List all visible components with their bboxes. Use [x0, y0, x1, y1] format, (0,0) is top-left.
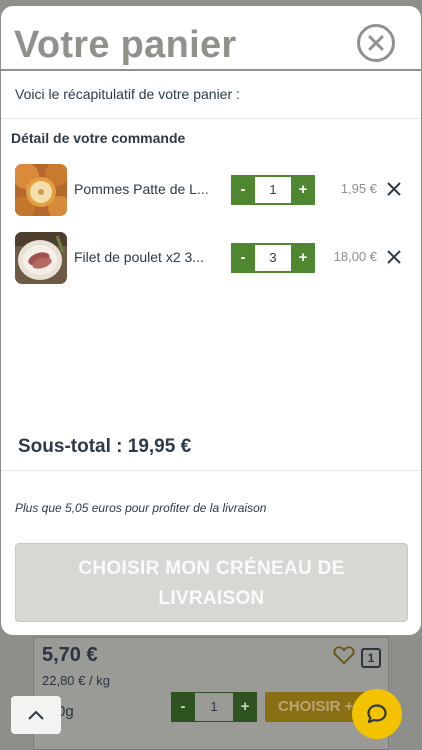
increase-quantity-button[interactable]: +	[291, 243, 315, 273]
product-quantity-stepper: - 1 +	[171, 692, 257, 722]
product-plus-button[interactable]: +	[233, 692, 257, 722]
subtotal: Sous-total : 19,95 €	[18, 436, 192, 457]
cart-title: Votre panier	[14, 24, 237, 66]
item-price: 1,95 €	[340, 181, 377, 196]
chat-button[interactable]	[352, 689, 402, 739]
cart-item: Pommes Patte de L... - 1 + 1,95 €	[15, 164, 410, 216]
chicken-fillet-image	[15, 232, 67, 284]
quantity-input[interactable]: 3	[255, 243, 291, 273]
remove-item-icon[interactable]	[387, 250, 401, 264]
product-price: 5,70 €	[42, 644, 98, 666]
item-name: Pommes Patte de L...	[74, 181, 209, 197]
divider	[1, 118, 421, 119]
header-divider	[1, 69, 421, 71]
chevron-up-icon	[28, 710, 44, 720]
quantity-stepper: - 1 +	[231, 175, 315, 205]
scroll-top-button[interactable]	[11, 696, 61, 734]
order-detail-heading: Détail de votre commande	[11, 130, 186, 146]
decrease-quantity-button[interactable]: -	[231, 175, 255, 205]
increase-quantity-button[interactable]: +	[291, 175, 315, 205]
product-quantity-value[interactable]: 1	[195, 692, 233, 722]
close-icon	[368, 35, 384, 51]
choose-delivery-slot-button[interactable]: CHOISIR MON CRÉNEAU DE LIVRAISON	[15, 543, 408, 622]
item-name: Filet de poulet x2 3...	[74, 249, 204, 265]
close-button[interactable]	[357, 24, 395, 62]
decrease-quantity-button[interactable]: -	[231, 243, 255, 273]
delivery-threshold-note: Plus que 5,05 euros pour profiter de la …	[15, 501, 267, 515]
basket-count-badge: 1	[361, 648, 381, 668]
quantity-input[interactable]: 1	[255, 175, 291, 205]
cart-modal: Votre panier Voici le récapitulatif de v…	[1, 6, 421, 635]
remove-item-icon[interactable]	[387, 182, 401, 196]
chat-bubble-icon	[367, 704, 387, 724]
cart-intro-text: Voici le récapitulatif de votre panier :	[15, 86, 240, 102]
item-price: 18,00 €	[333, 249, 377, 264]
apples-image	[15, 164, 67, 216]
cart-modal-header: Votre panier	[1, 6, 421, 70]
cart-item: Filet de poulet x2 3... - 3 + 18,00 €	[15, 232, 410, 284]
product-minus-button[interactable]: -	[171, 692, 195, 722]
heart-icon[interactable]	[333, 645, 355, 665]
quantity-stepper: - 3 +	[231, 243, 315, 273]
divider	[1, 470, 421, 471]
product-unit-price: 22,80 € / kg	[42, 673, 110, 688]
